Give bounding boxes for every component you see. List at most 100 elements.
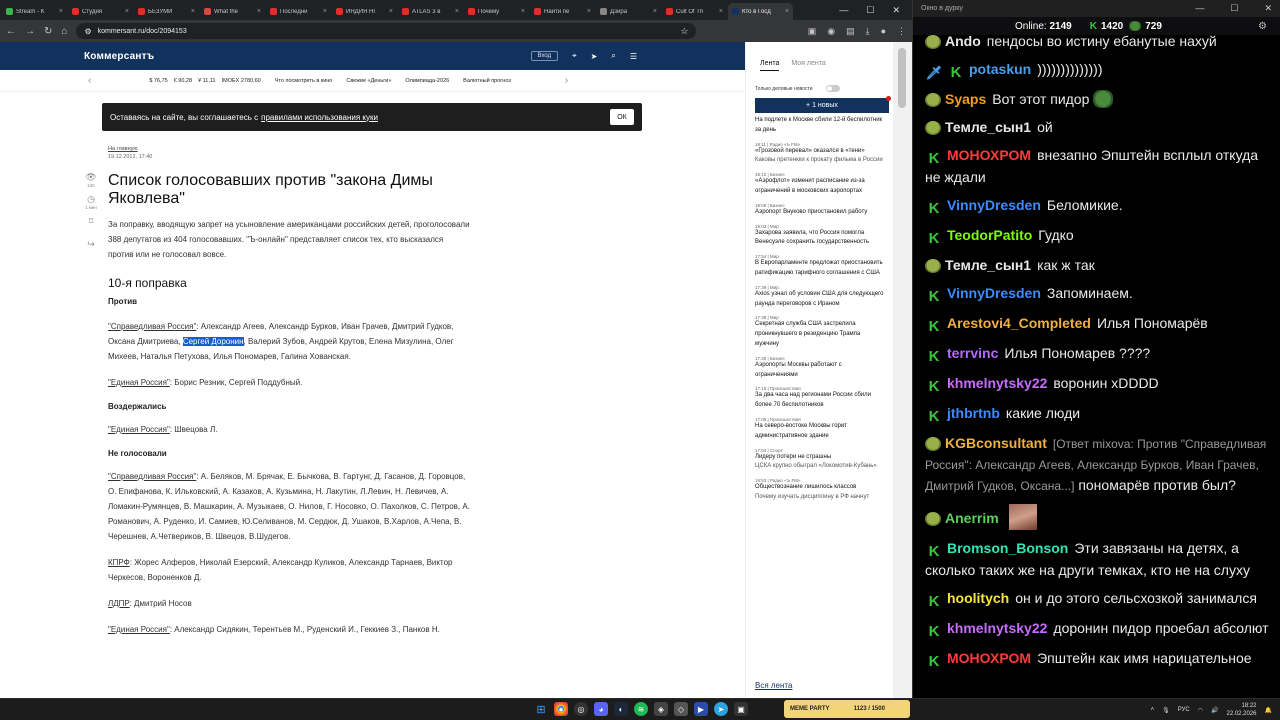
- address-bar[interactable]: ⚙ kommersant.ru/doc/2094153 ☆: [76, 23, 697, 39]
- news-item[interactable]: 18:11 | Радио «Ъ FM» «Грозовой перевал» о…: [746, 142, 893, 167]
- ticker-prev-icon[interactable]: ‹: [88, 75, 91, 86]
- maximize-icon[interactable]: ☐: [1230, 3, 1238, 14]
- page-scrollbar[interactable]: [893, 42, 912, 698]
- chat-username[interactable]: Syaps: [945, 91, 986, 107]
- chat-username[interactable]: Темле_сын1: [945, 257, 1031, 273]
- close-icon[interactable]: ✕: [1264, 3, 1272, 14]
- clock[interactable]: 18:22 22.02.2026: [1226, 702, 1256, 718]
- news-title[interactable]: Axios узнал об условии США для следующег…: [755, 290, 884, 310]
- chat-username[interactable]: terrvinc: [947, 345, 998, 361]
- ticker-item[interactable]: € 90,28: [174, 78, 192, 84]
- tab-close-icon[interactable]: ×: [587, 8, 591, 15]
- tab-close-icon[interactable]: ×: [191, 8, 195, 15]
- party-link[interactable]: КПРФ: [108, 558, 130, 567]
- chat-username[interactable]: khmelnytsky22: [947, 375, 1047, 391]
- browser-tab[interactable]: Студия ×: [68, 3, 133, 20]
- hamburger-menu-icon[interactable]: ☰: [630, 52, 637, 61]
- chat-username[interactable]: VinnyDresden: [947, 285, 1041, 301]
- news-item[interactable]: 17:15 | Происшествия За два часа над реги…: [746, 386, 893, 411]
- share-icon[interactable]: ↪: [87, 239, 95, 249]
- chat-username[interactable]: Темле_сын1: [945, 119, 1031, 135]
- tab-my-feed[interactable]: Моя лента: [791, 60, 825, 71]
- profile-icon[interactable]: ●: [881, 26, 886, 37]
- notifications-icon[interactable]: 🔔: [1265, 707, 1272, 714]
- ticker-item[interactable]: ¥ 11,11: [198, 78, 216, 84]
- news-item[interactable]: На подлете к Москве сбили 12-й беспилотн…: [746, 113, 893, 136]
- news-title[interactable]: Секретная служба США застрелила проникну…: [755, 320, 884, 349]
- close-icon[interactable]: ✕: [892, 5, 900, 16]
- news-title[interactable]: Аэропорт Внуково приостановил работу: [755, 208, 884, 218]
- extension-icon[interactable]: ▤: [846, 26, 855, 37]
- chrome-icon[interactable]: ●: [554, 702, 568, 716]
- party-link[interactable]: "Единая Россия": [108, 425, 170, 434]
- party-link[interactable]: ЛДПР: [108, 599, 130, 608]
- news-title[interactable]: За два часа над регионами России сбили б…: [755, 391, 884, 411]
- browser-tab[interactable]: What the ×: [200, 3, 265, 20]
- news-title[interactable]: Аэропорты Москвы работают с ограничениям…: [755, 361, 884, 381]
- minimize-icon[interactable]: —: [839, 5, 848, 15]
- selected-text[interactable]: Сергей Доронин: [182, 337, 244, 346]
- chat-username[interactable]: potaskun: [969, 61, 1031, 77]
- obs-icon[interactable]: ◎: [574, 702, 588, 716]
- ticker-item[interactable]: Олимпиада-2026: [405, 78, 449, 84]
- wifi-icon[interactable]: ◠: [1198, 707, 1203, 714]
- windows-start-icon[interactable]: ⊞: [534, 702, 548, 716]
- app-icon[interactable]: ▣: [734, 702, 748, 716]
- chat-username[interactable]: VinnyDresden: [947, 197, 1041, 213]
- chat-username[interactable]: МОНОХРОМ: [947, 147, 1031, 163]
- app-icon[interactable]: ◇: [674, 702, 688, 716]
- browser-tab[interactable]: БЕЗУМИ ×: [134, 3, 199, 20]
- party-link[interactable]: "Единая Россия": [108, 625, 170, 634]
- browser-tab[interactable]: Дзира ×: [596, 3, 661, 20]
- ticker-item[interactable]: IMOEX 2780,60: [222, 78, 261, 84]
- chat-username[interactable]: TeodorPatito: [947, 227, 1032, 243]
- app-icon[interactable]: ◈: [654, 702, 668, 716]
- news-item[interactable]: 18:03 | Мир Захарова заявила, что Россия …: [746, 224, 893, 249]
- cookie-ok-button[interactable]: ОК: [610, 109, 634, 125]
- all-news-link[interactable]: Вся лента: [755, 681, 792, 690]
- browser-tab[interactable]: Последни ×: [266, 3, 331, 20]
- radio-icon[interactable]: ➤: [591, 52, 598, 61]
- party-link[interactable]: "Справедливая Россия": [108, 322, 196, 331]
- bookmark-star-icon[interactable]: ☆: [680, 26, 688, 37]
- browser-tab[interactable]: ATLAS 3 в ×: [398, 3, 463, 20]
- chat-username[interactable]: Anerrim: [945, 510, 999, 526]
- tab-close-icon[interactable]: ×: [323, 8, 327, 15]
- news-item[interactable]: 18:09 | Бизнес Аэропорт Внуково приостано…: [746, 203, 893, 218]
- tab-close-icon[interactable]: ×: [719, 8, 723, 15]
- browser-tab[interactable]: ИНДИЯ НІ ×: [332, 3, 397, 20]
- news-item[interactable]: 17:25 | Бизнес Аэропорты Москвы работают …: [746, 356, 893, 381]
- tab-close-icon[interactable]: ×: [653, 8, 657, 15]
- chat-username[interactable]: МОНОХРОМ: [947, 650, 1031, 666]
- home-icon[interactable]: ⌂: [61, 26, 67, 37]
- breadcrumb-home-link[interactable]: На главную: [108, 146, 470, 152]
- discord-icon[interactable]: ◕: [594, 702, 608, 716]
- cookie-policy-link[interactable]: правилами использования куки: [261, 113, 378, 122]
- news-item[interactable]: 18:10 | Бизнес «Аэрофлот» изменит расписа…: [746, 172, 893, 197]
- chat-username[interactable]: Arestovi4_Completed: [947, 315, 1091, 331]
- browser-tab[interactable]: Cult Of Th ×: [662, 3, 727, 20]
- news-title[interactable]: «Аэрофлот» изменит расписание из-за огра…: [755, 177, 884, 197]
- new-items-button[interactable]: + 1 новых: [755, 96, 891, 113]
- tab-close-icon[interactable]: ×: [389, 8, 393, 15]
- chat-username[interactable]: khmelnytsky22: [947, 620, 1047, 636]
- news-title[interactable]: «Грозовой перевал» оказался в «тени»: [755, 147, 884, 157]
- news-title[interactable]: Лидеру потери не страшны: [755, 453, 884, 463]
- browser-tab[interactable]: Stream - K ×: [2, 3, 67, 20]
- news-title[interactable]: Обществознание лишилось классов: [755, 483, 884, 493]
- tab-close-icon[interactable]: ×: [257, 8, 261, 15]
- bookmark-icon[interactable]: ⌑: [84, 216, 98, 227]
- news-item[interactable]: 17:54 | Мир В Европарламенте предложат пр…: [746, 254, 893, 279]
- forward-icon[interactable]: →: [25, 26, 35, 37]
- news-item[interactable]: 17:38 | Мир Секретная служба США застрели…: [746, 315, 893, 349]
- menu-icon[interactable]: ⋮: [897, 26, 906, 37]
- telegram-icon[interactable]: ➤: [714, 702, 728, 716]
- news-item[interactable]: 17:39 | Мир Axios узнал об условии США дл…: [746, 285, 893, 310]
- volume-icon[interactable]: 🔊: [1211, 707, 1218, 714]
- browser-tab[interactable]: Почему ×: [464, 3, 529, 20]
- tab-feed[interactable]: Лента: [760, 60, 780, 71]
- spotify-icon[interactable]: ≋: [634, 702, 648, 716]
- settings-icon[interactable]: ⚙: [1258, 21, 1267, 32]
- lang-indicator[interactable]: РУС: [1178, 707, 1190, 713]
- site-logo[interactable]: Коммерсантъ: [84, 51, 154, 62]
